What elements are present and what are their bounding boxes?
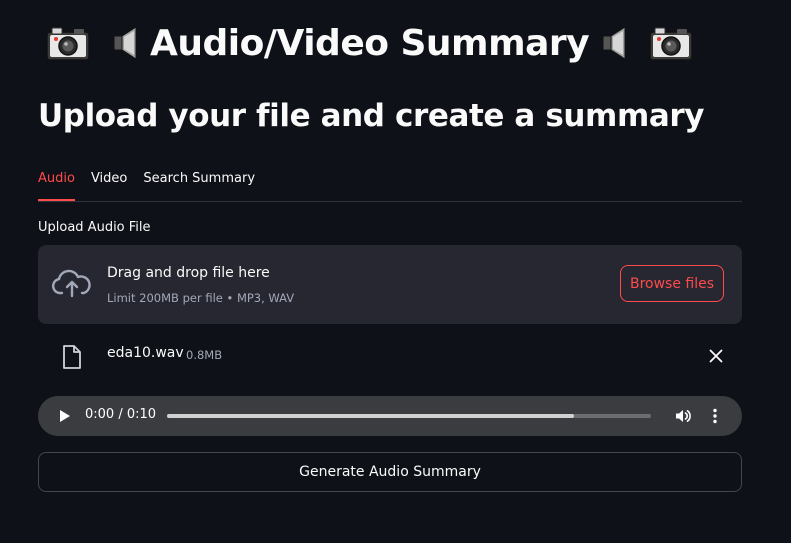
- page-subtitle: Upload your file and create a summary: [38, 98, 705, 134]
- camera-icon: [647, 23, 695, 63]
- file-name: eda10.wav: [107, 345, 184, 361]
- uploaded-file-row: eda10.wav 0.8MB: [38, 340, 742, 376]
- more-vertical-icon: [713, 408, 717, 424]
- file-size: 0.8MB: [186, 348, 223, 362]
- tab-search-summary[interactable]: Search Summary: [143, 168, 255, 200]
- generate-audio-summary-button[interactable]: Generate Audio Summary: [38, 452, 742, 492]
- play-icon: [60, 410, 70, 422]
- upload-label: Upload Audio File: [38, 220, 151, 235]
- tab-audio[interactable]: Audio: [38, 168, 75, 201]
- volume-button[interactable]: [674, 407, 692, 425]
- remove-file-button[interactable]: [706, 346, 726, 366]
- file-dropzone[interactable]: Drag and drop file here Limit 200MB per …: [38, 245, 742, 324]
- seek-bar-fill: [167, 414, 574, 418]
- close-icon: [709, 349, 723, 363]
- cloud-upload-icon: [51, 269, 92, 299]
- speaker-icon: [110, 23, 140, 63]
- audio-player: 0:00 / 0:10: [38, 396, 742, 436]
- page-header: Audio/Video Summary: [44, 18, 695, 68]
- more-options-button[interactable]: [710, 407, 720, 425]
- camera-icon: [44, 23, 92, 63]
- tab-video[interactable]: Video: [91, 168, 127, 200]
- speaker-icon: [599, 23, 629, 63]
- browse-files-button[interactable]: Browse files: [620, 265, 724, 302]
- page-title: Audio/Video Summary: [150, 22, 590, 64]
- time-display: 0:00 / 0:10: [85, 407, 157, 422]
- app-page: Audio/Video Summary Upload your file and…: [0, 0, 791, 543]
- seek-bar[interactable]: [167, 414, 651, 418]
- dropzone-title: Drag and drop file here: [107, 265, 270, 281]
- dropzone-limit-text: Limit 200MB per file • MP3, WAV: [107, 291, 295, 305]
- volume-icon: [676, 410, 691, 422]
- tab-bar: Audio Video Search Summary: [38, 168, 742, 202]
- file-icon: [62, 344, 82, 370]
- play-button[interactable]: [56, 408, 72, 424]
